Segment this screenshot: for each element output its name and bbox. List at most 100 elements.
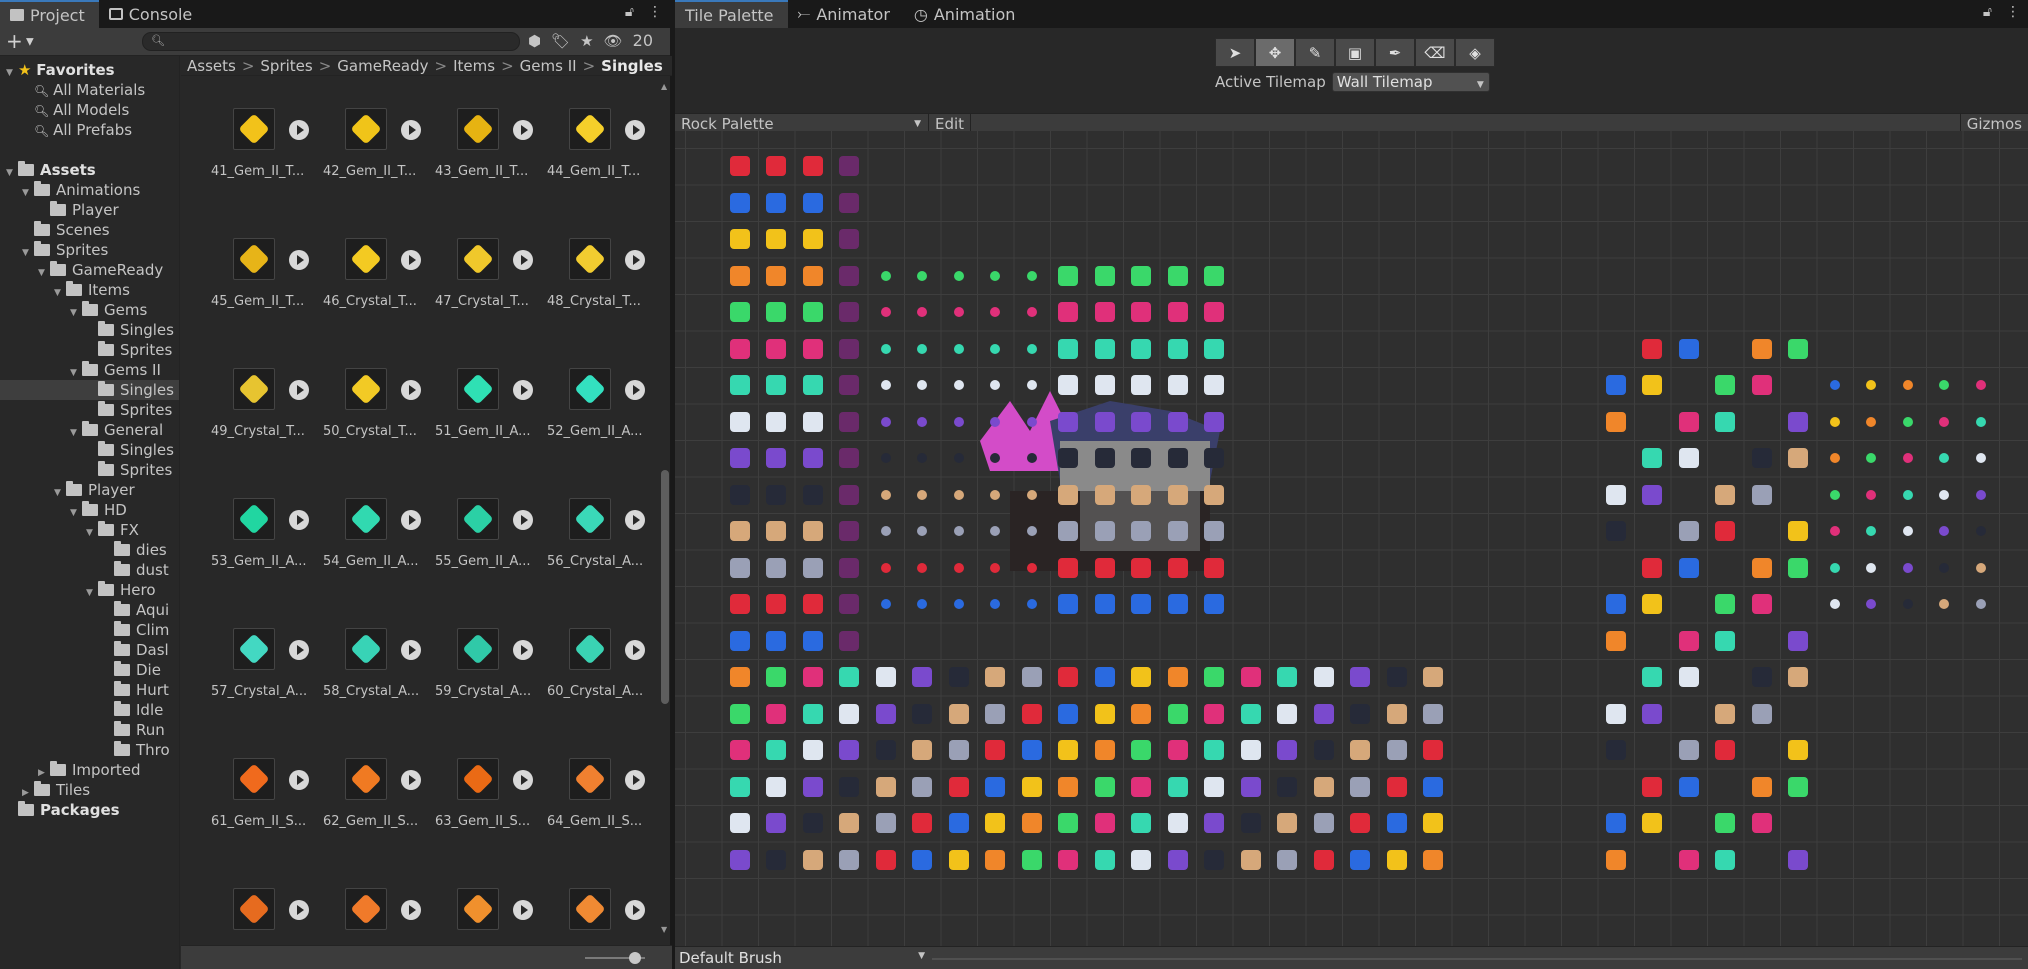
palette-tile[interactable]: [917, 599, 928, 610]
palette-tile[interactable]: [766, 448, 787, 469]
tree-item[interactable]: ▼ Assets: [6, 160, 96, 180]
palette-tile[interactable]: [1167, 448, 1188, 469]
palette-tile[interactable]: [1350, 703, 1371, 724]
palette-tile[interactable]: [985, 667, 1006, 688]
asset-item[interactable]: [525, 872, 645, 936]
palette-tile[interactable]: [1058, 265, 1079, 286]
asset-item[interactable]: 51_Gem_II_A...: [413, 352, 533, 462]
vertical-scrollbar[interactable]: ▲ ▼: [658, 78, 672, 936]
palette-tile[interactable]: [839, 156, 860, 177]
palette-tile[interactable]: [1058, 813, 1079, 834]
palette-tile[interactable]: [1423, 703, 1444, 724]
palette-tile[interactable]: [1788, 557, 1809, 578]
tree-item[interactable]: Thro: [102, 740, 170, 760]
search-input[interactable]: 🔍︎: [142, 32, 520, 51]
palette-tile[interactable]: [802, 192, 823, 213]
palette-tile[interactable]: [1829, 453, 1840, 464]
palette-tile[interactable]: [1021, 849, 1042, 870]
palette-tile[interactable]: [1204, 813, 1225, 834]
palette-tile[interactable]: [1715, 630, 1736, 651]
palette-tile[interactable]: [1167, 521, 1188, 542]
palette-tile[interactable]: [948, 703, 969, 724]
palette-tile[interactable]: [1131, 448, 1152, 469]
palette-tile[interactable]: [912, 849, 933, 870]
palette-tile[interactable]: [1350, 776, 1371, 797]
palette-tile[interactable]: [1350, 667, 1371, 688]
sprite-thumbnail[interactable]: [345, 628, 387, 670]
palette-tile[interactable]: [729, 375, 750, 396]
palette-tile[interactable]: [1902, 380, 1913, 391]
palette-tile[interactable]: [1902, 416, 1913, 427]
palette-tile[interactable]: [1678, 667, 1699, 688]
palette-tile[interactable]: [1026, 380, 1037, 391]
asset-item[interactable]: 50_Crystal_T...: [301, 352, 421, 462]
palette-tile[interactable]: [1751, 557, 1772, 578]
tree-item[interactable]: Clim: [102, 620, 169, 640]
palette-tile[interactable]: [1715, 594, 1736, 615]
palette-tile[interactable]: [839, 302, 860, 323]
fill-bucket-icon[interactable]: ◈: [1455, 38, 1495, 67]
sprite-thumbnail[interactable]: [233, 628, 275, 670]
tree-item[interactable]: ▼ HD: [70, 500, 127, 520]
palette-tile[interactable]: [1605, 375, 1626, 396]
palette-tile[interactable]: [1715, 703, 1736, 724]
tree-item[interactable]: Singles: [86, 440, 174, 460]
palette-tile[interactable]: [1975, 489, 1986, 500]
tree-item[interactable]: ▶ Tiles: [22, 780, 90, 800]
palette-tile[interactable]: [839, 265, 860, 286]
tab-console[interactable]: Console: [99, 0, 207, 28]
palette-tile[interactable]: [1240, 703, 1261, 724]
palette-tile[interactable]: [875, 776, 896, 797]
palette-tile[interactable]: [1131, 557, 1152, 578]
palette-tile[interactable]: [1313, 667, 1334, 688]
play-icon[interactable]: [625, 770, 645, 790]
palette-tile[interactable]: [766, 667, 787, 688]
palette-tile[interactable]: [875, 813, 896, 834]
tree-item[interactable]: ▼ Player: [54, 480, 135, 500]
palette-tile[interactable]: [1167, 265, 1188, 286]
asset-item[interactable]: 54_Gem_II_A...: [301, 482, 421, 592]
palette-tile[interactable]: [1204, 594, 1225, 615]
palette-tile[interactable]: [1094, 484, 1115, 505]
play-icon[interactable]: [625, 640, 645, 660]
sprite-thumbnail[interactable]: [569, 368, 611, 410]
palette-tile[interactable]: [802, 265, 823, 286]
palette-tile[interactable]: [1939, 380, 1950, 391]
breadcrumb-item[interactable]: Items: [453, 57, 495, 75]
palette-tile[interactable]: [1678, 740, 1699, 761]
filter-by-label-icon[interactable]: 🏷︎: [551, 32, 570, 50]
palette-tile[interactable]: [1204, 557, 1225, 578]
palette-tile[interactable]: [802, 521, 823, 542]
palette-tile[interactable]: [839, 411, 860, 432]
tree-item[interactable]: Idle: [102, 700, 163, 720]
palette-tile[interactable]: [1167, 338, 1188, 359]
palette-tile[interactable]: [1678, 521, 1699, 542]
palette-tile[interactable]: [1058, 411, 1079, 432]
breadcrumb-item[interactable]: Sprites: [260, 57, 312, 75]
palette-tile[interactable]: [1131, 484, 1152, 505]
tree-item[interactable]: Sprites: [86, 460, 172, 480]
palette-tile[interactable]: [875, 849, 896, 870]
palette-tile[interactable]: [1751, 703, 1772, 724]
palette-tile[interactable]: [1204, 302, 1225, 323]
palette-tile[interactable]: [1350, 813, 1371, 834]
palette-tile[interactable]: [1277, 813, 1298, 834]
expand-arrow-icon[interactable]: ▼: [70, 503, 82, 523]
palette-tile[interactable]: [1277, 776, 1298, 797]
palette-tile[interactable]: [802, 229, 823, 250]
tree-item[interactable]: Die: [102, 660, 161, 680]
tab-tile-palette[interactable]: Tile Palette: [675, 0, 788, 28]
palette-tile[interactable]: [1715, 375, 1736, 396]
asset-item[interactable]: 55_Gem_II_A...: [413, 482, 533, 592]
slider-knob[interactable]: [629, 952, 641, 964]
palette-tile[interactable]: [766, 229, 787, 250]
expand-arrow-icon[interactable]: ▼: [22, 183, 34, 203]
palette-tile[interactable]: [766, 813, 787, 834]
palette-tile[interactable]: [729, 849, 750, 870]
play-icon[interactable]: [625, 510, 645, 530]
palette-tile[interactable]: [766, 192, 787, 213]
scrollbar-thumb[interactable]: [661, 470, 669, 704]
palette-tile[interactable]: [1939, 526, 1950, 537]
asset-item[interactable]: 46_Crystal_T...: [301, 222, 421, 332]
palette-tile[interactable]: [802, 703, 823, 724]
